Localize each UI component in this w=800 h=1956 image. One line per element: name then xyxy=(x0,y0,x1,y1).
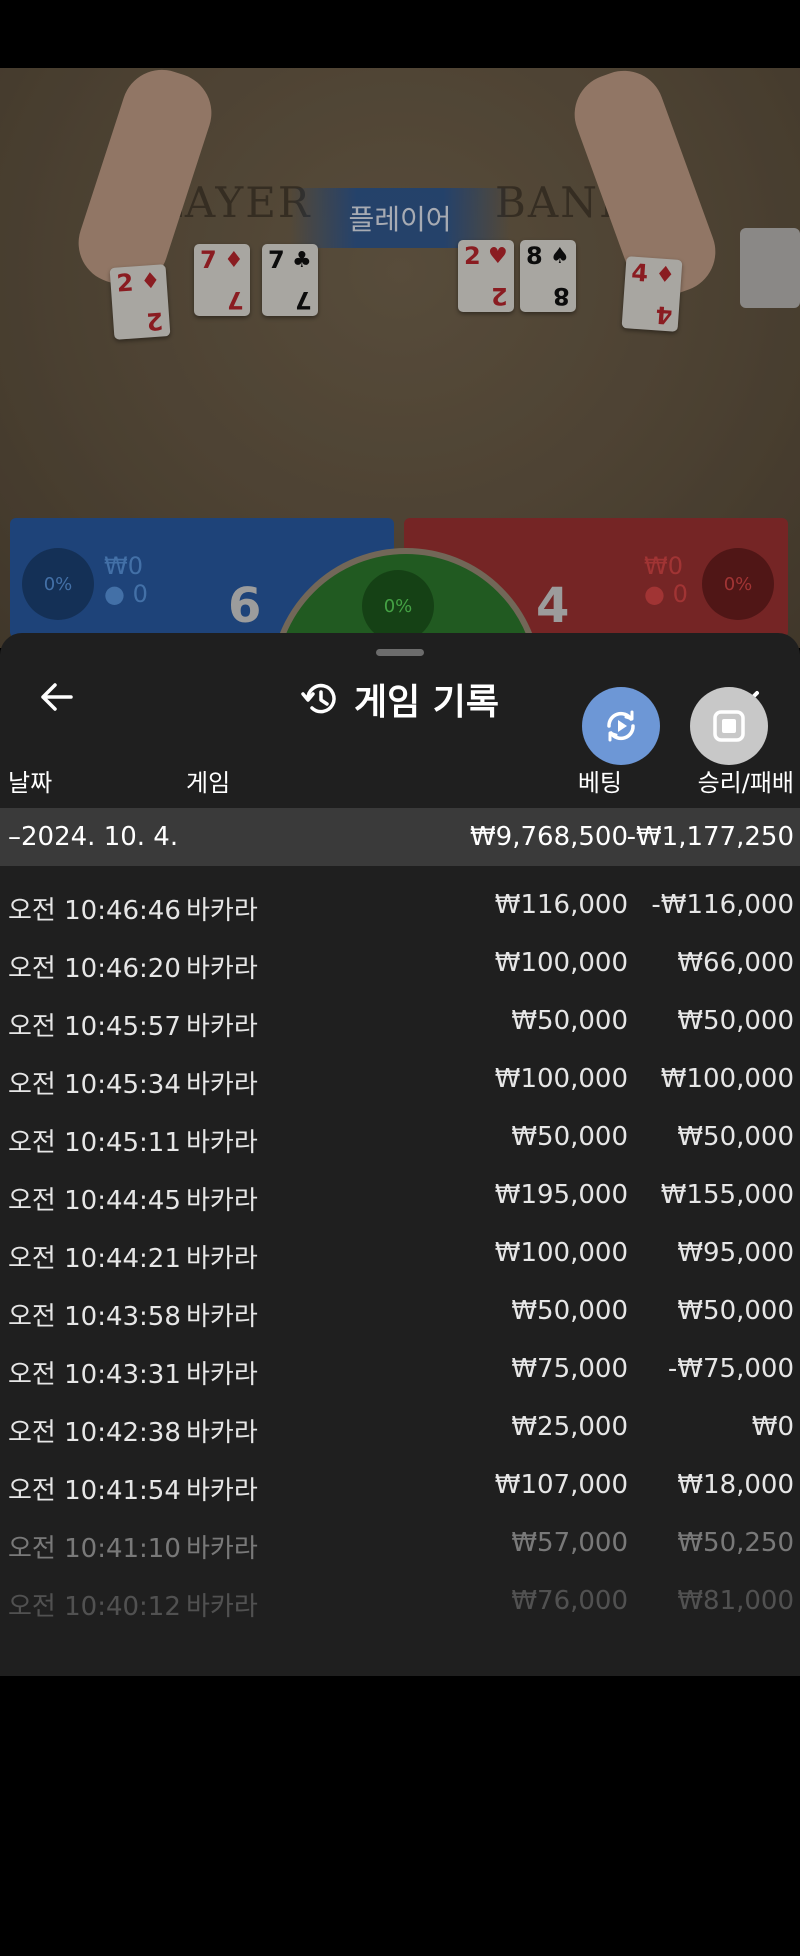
history-row[interactable]: 오전 10:43:58 바카라 ₩50,000 ₩50,000 xyxy=(0,1286,800,1344)
row-time: 오전 10:44:45 xyxy=(8,1186,181,1216)
row-bet: ₩50,000 xyxy=(511,1296,628,1326)
row-time: 오전 10:46:20 xyxy=(8,954,181,984)
row-time: 오전 10:45:34 xyxy=(8,1070,181,1100)
row-time: 오전 10:42:38 xyxy=(8,1418,181,1448)
row-game: 바카라 xyxy=(186,896,258,926)
row-win-loss: ₩50,000 xyxy=(677,1296,794,1326)
row-game: 바카라 xyxy=(186,1360,258,1390)
row-time: 오전 10:44:21 xyxy=(8,1244,181,1274)
row-bet: ₩25,000 xyxy=(511,1412,628,1442)
summary-date: –2024. 10. 4. xyxy=(8,822,179,852)
row-game: 바카라 xyxy=(186,1592,258,1622)
date-summary-row[interactable]: –2024. 10. 4. ₩9,768,500 -₩1,177,250 xyxy=(0,808,800,866)
stop-icon xyxy=(713,710,745,742)
row-win-loss: ₩50,250 xyxy=(677,1528,794,1558)
backdrop-overlay[interactable] xyxy=(0,68,800,668)
history-row[interactable]: 오전 10:44:45 바카라 ₩195,000 ₩155,000 xyxy=(0,1170,800,1228)
row-game: 바카라 xyxy=(186,1186,258,1216)
history-row[interactable]: 오전 10:44:21 바카라 ₩100,000 ₩95,000 xyxy=(0,1228,800,1286)
row-game: 바카라 xyxy=(186,1534,258,1564)
replay-icon xyxy=(607,710,635,742)
row-game: 바카라 xyxy=(186,1070,258,1100)
row-game: 바카라 xyxy=(186,1244,258,1274)
back-button[interactable] xyxy=(34,675,78,719)
history-list: 오전 10:46:46 바카라 ₩116,000 -₩116,000 오전 10:46… xyxy=(0,880,800,1634)
row-win-loss: ₩0 xyxy=(751,1412,794,1442)
row-win-loss: -₩75,000 xyxy=(667,1354,794,1384)
row-time: 오전 10:45:57 xyxy=(8,1012,181,1042)
row-bet: ₩100,000 xyxy=(494,1238,628,1268)
row-bet: ₩57,000 xyxy=(511,1528,628,1558)
column-header-game: 게임 xyxy=(186,769,231,797)
sheet-header: 게임 기록 xyxy=(300,671,499,727)
game-history-sheet: 게임 기록 날짜 게임 베팅 승리/패배 –2024. 10. 4. ₩9,76… xyxy=(0,633,800,1676)
history-row[interactable]: 오전 10:46:46 바카라 ₩116,000 -₩116,000 xyxy=(0,880,800,938)
column-header-win-loss: 승리/패배 xyxy=(697,769,794,797)
sheet-drag-handle[interactable] xyxy=(376,649,424,656)
history-row[interactable]: 오전 10:42:38 바카라 ₩25,000 ₩0 xyxy=(0,1402,800,1460)
row-game: 바카라 xyxy=(186,1302,258,1332)
row-bet: ₩50,000 xyxy=(511,1122,628,1152)
history-row[interactable]: 오전 10:43:31 바카라 ₩75,000 -₩75,000 xyxy=(0,1344,800,1402)
history-row[interactable]: 오전 10:41:54 바카라 ₩107,000 ₩18,000 xyxy=(0,1460,800,1518)
history-row[interactable]: 오전 10:46:20 바카라 ₩100,000 ₩66,000 xyxy=(0,938,800,996)
row-win-loss: ₩81,000 xyxy=(677,1586,794,1616)
page-title: 게임 기록 xyxy=(354,682,500,723)
row-time: 오전 10:41:54 xyxy=(8,1476,181,1506)
row-win-loss: ₩50,000 xyxy=(677,1122,794,1152)
history-row[interactable]: 오전 10:41:10 바카라 ₩57,000 ₩50,250 xyxy=(0,1518,800,1576)
row-bet: ₩100,000 xyxy=(494,1064,628,1094)
row-time: 오전 10:41:10 xyxy=(8,1534,181,1564)
row-game: 바카라 xyxy=(186,1418,258,1448)
row-game: 바카라 xyxy=(186,1012,258,1042)
arrow-left-icon xyxy=(41,683,73,711)
row-game: 바카라 xyxy=(186,1476,258,1506)
stop-button[interactable] xyxy=(690,687,768,765)
row-bet: ₩195,000 xyxy=(494,1180,628,1210)
row-win-loss: -₩116,000 xyxy=(651,890,794,920)
row-win-loss: ₩66,000 xyxy=(677,948,794,978)
history-row[interactable]: 오전 10:45:34 바카라 ₩100,000 ₩100,000 xyxy=(0,1054,800,1112)
row-bet: ₩107,000 xyxy=(494,1470,628,1500)
column-header-bet: 베팅 xyxy=(577,769,622,797)
row-time: 오전 10:40:12 xyxy=(8,1592,181,1622)
row-bet: ₩75,000 xyxy=(511,1354,628,1384)
row-time: 오전 10:46:46 xyxy=(8,896,181,926)
column-header-date: 날짜 xyxy=(8,769,53,797)
row-time: 오전 10:43:58 xyxy=(8,1302,181,1332)
history-row[interactable]: 오전 10:40:12 바카라 ₩76,000 ₩81,000 xyxy=(0,1576,800,1634)
row-bet: ₩50,000 xyxy=(511,1006,628,1036)
row-win-loss: ₩155,000 xyxy=(660,1180,794,1210)
row-game: 바카라 xyxy=(186,954,258,984)
history-icon xyxy=(301,683,336,714)
row-win-loss: ₩95,000 xyxy=(677,1238,794,1268)
history-row[interactable]: 오전 10:45:11 바카라 ₩50,000 ₩50,000 xyxy=(0,1112,800,1170)
row-bet: ₩76,000 xyxy=(511,1586,628,1616)
row-bet: ₩100,000 xyxy=(494,948,628,978)
history-row[interactable]: 오전 10:45:57 바카라 ₩50,000 ₩50,000 xyxy=(0,996,800,1054)
row-bet: ₩116,000 xyxy=(494,890,628,920)
summary-win-loss-total: -₩1,177,250 xyxy=(626,822,794,852)
row-time: 오전 10:43:31 xyxy=(8,1360,181,1390)
row-time: 오전 10:45:11 xyxy=(8,1128,181,1158)
replay-button[interactable] xyxy=(582,687,660,765)
summary-bet-total: ₩9,768,500 xyxy=(469,822,628,852)
row-win-loss: ₩100,000 xyxy=(660,1064,794,1094)
row-game: 바카라 xyxy=(186,1128,258,1158)
row-win-loss: ₩18,000 xyxy=(677,1470,794,1500)
row-win-loss: ₩50,000 xyxy=(677,1006,794,1036)
